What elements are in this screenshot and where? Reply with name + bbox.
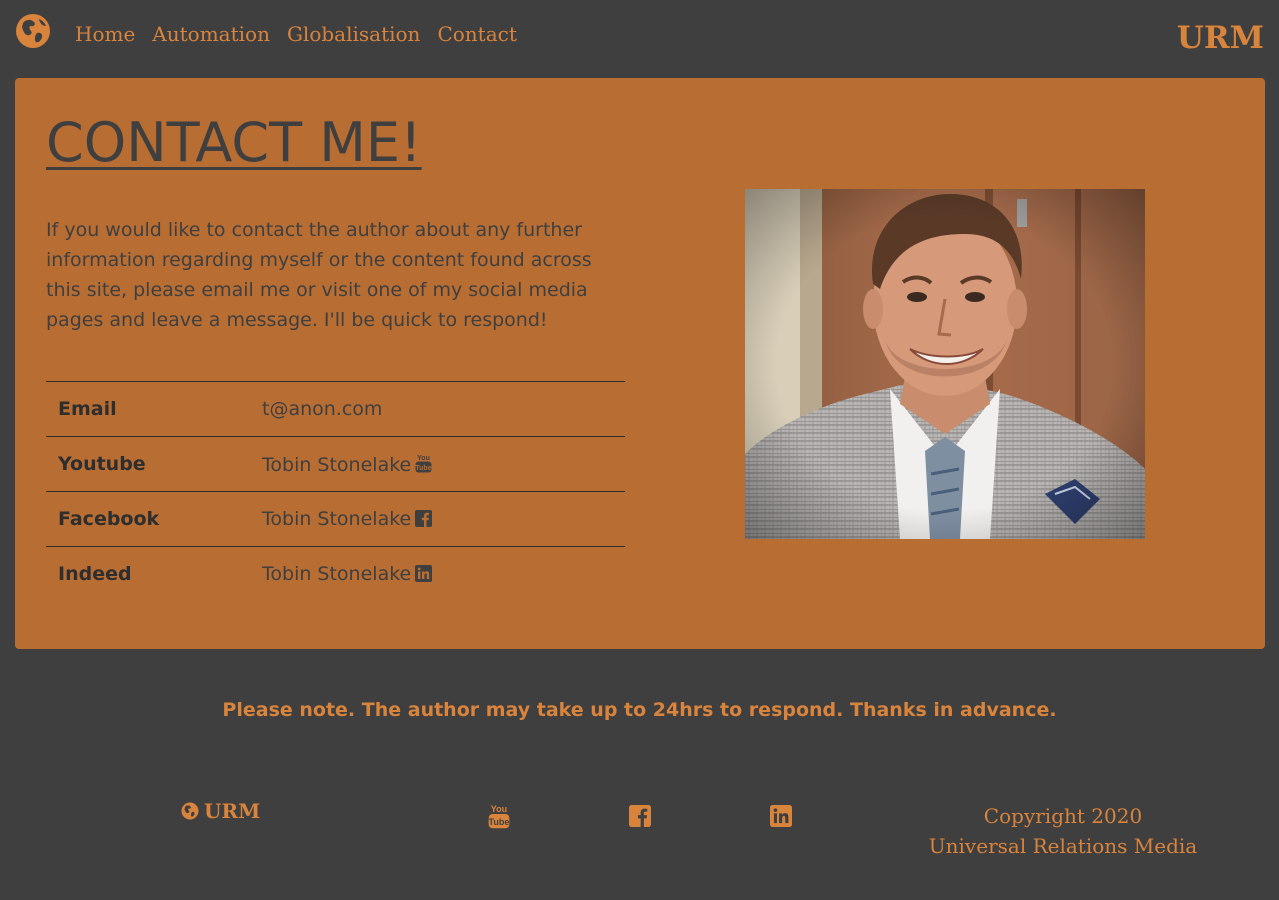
row-value: Tobin Stonelake	[262, 547, 625, 602]
globe-icon[interactable]	[15, 13, 51, 49]
indeed-link[interactable]: Tobin Stonelake	[262, 563, 411, 585]
row-value: t@anon.com	[262, 382, 625, 437]
svg-text:You: You	[417, 455, 430, 462]
svg-text:Tube: Tube	[489, 817, 510, 827]
navbar: Home Automation Globalisation Contact UR…	[0, 0, 1279, 78]
nav-link-home[interactable]: Home	[75, 22, 135, 46]
copyright: Copyright 2020 Universal Relations Media	[920, 801, 1206, 861]
email-link[interactable]: t@anon.com	[262, 398, 382, 420]
copyright-company: Universal Relations Media	[928, 834, 1198, 858]
contact-table: Email t@anon.com Youtube Tobin Stonelake…	[46, 381, 625, 602]
table-row: Youtube Tobin Stonelake You Tube	[46, 436, 625, 492]
row-value: Tobin Stonelake You Tube	[262, 437, 625, 492]
brand-logo[interactable]: URM	[1177, 20, 1264, 56]
facebook-icon[interactable]	[629, 805, 651, 827]
row-label: Email	[58, 398, 117, 420]
facebook-icon[interactable]	[415, 510, 433, 527]
response-note: Please note. The author may take up to 2…	[222, 699, 1057, 721]
svg-text:You: You	[491, 804, 507, 814]
footer-brand-label: URM	[204, 799, 261, 823]
table-row: Email t@anon.com	[46, 381, 625, 437]
linkedin-icon[interactable]	[770, 805, 792, 827]
row-label: Youtube	[58, 453, 146, 475]
footer-brand[interactable]: URM	[181, 799, 260, 823]
page-title[interactable]: CONTACT ME!	[46, 111, 422, 174]
row-label: Facebook	[58, 508, 160, 530]
nav-link-contact[interactable]: Contact	[437, 22, 516, 46]
nav-link-automation[interactable]: Automation	[152, 22, 270, 46]
linkedin-icon[interactable]	[415, 565, 433, 583]
youtube-icon[interactable]: You Tube	[488, 803, 510, 829]
nav-link-globalisation[interactable]: Globalisation	[287, 22, 420, 46]
youtube-icon[interactable]: You Tube	[415, 453, 432, 473]
profile-photo	[745, 189, 1145, 539]
contact-card: CONTACT ME! If you would like to contact…	[15, 78, 1265, 649]
table-row: Facebook Tobin Stonelake	[46, 491, 625, 547]
nav-links: Home Automation Globalisation Contact	[75, 22, 517, 46]
facebook-link[interactable]: Tobin Stonelake	[262, 508, 411, 530]
youtube-link[interactable]: Tobin Stonelake	[262, 454, 411, 476]
globe-icon	[181, 802, 199, 820]
svg-text:Tube: Tube	[416, 465, 432, 472]
copyright-year: Copyright 2020	[983, 804, 1143, 828]
row-label: Indeed	[58, 563, 132, 586]
intro-text: If you would like to contact the author …	[46, 219, 592, 331]
table-row: Indeed Tobin Stonelake	[46, 546, 625, 602]
row-value: Tobin Stonelake	[262, 492, 625, 547]
